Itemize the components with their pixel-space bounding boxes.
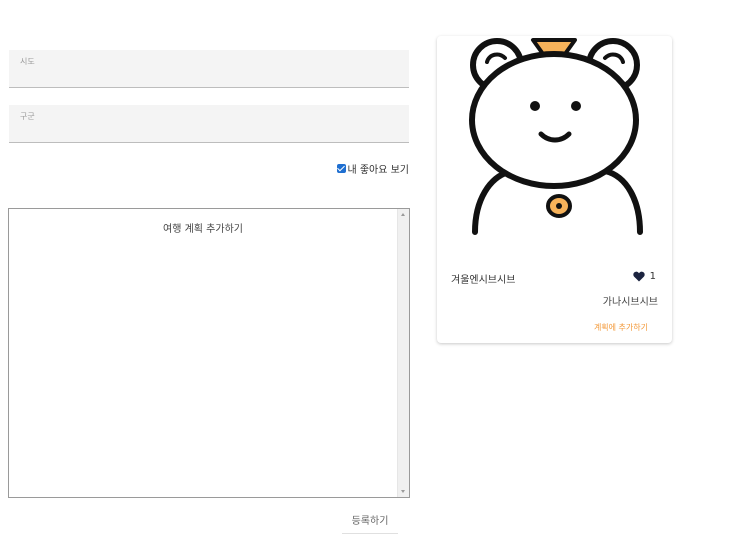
my-likes-checkbox[interactable]: [337, 164, 347, 173]
bear-illustration: [469, 38, 643, 235]
like-count: 1: [649, 271, 656, 282]
add-to-plan-link[interactable]: 계획에 추가하기: [594, 322, 648, 333]
attraction-card[interactable]: 겨울엔시브시브 1 가나시브시브 계획에 추가하기: [437, 36, 672, 343]
heart-icon[interactable]: [632, 271, 645, 282]
plan-scrollbar[interactable]: [397, 209, 409, 497]
gugun-label: 구군: [20, 112, 35, 121]
sido-select[interactable]: 시도: [9, 50, 409, 88]
register-button[interactable]: 등록하기: [342, 512, 398, 534]
sido-label: 시도: [20, 57, 35, 66]
attraction-author: 가나시브시브: [602, 297, 658, 308]
scroll-up-arrow-icon[interactable]: [401, 213, 405, 216]
my-likes-toggle[interactable]: 내 좋아요 보기: [337, 161, 409, 176]
my-likes-label: 내 좋아요 보기: [347, 165, 409, 176]
travel-plan-title: 여행 계획 추가하기: [163, 224, 243, 235]
travel-plan-panel[interactable]: 여행 계획 추가하기: [8, 208, 410, 498]
attraction-name: 겨울엔시브시브: [451, 275, 516, 286]
scroll-down-arrow-icon[interactable]: [401, 490, 405, 493]
like-button[interactable]: 1: [632, 271, 656, 282]
gugun-select[interactable]: 구군: [9, 105, 409, 143]
